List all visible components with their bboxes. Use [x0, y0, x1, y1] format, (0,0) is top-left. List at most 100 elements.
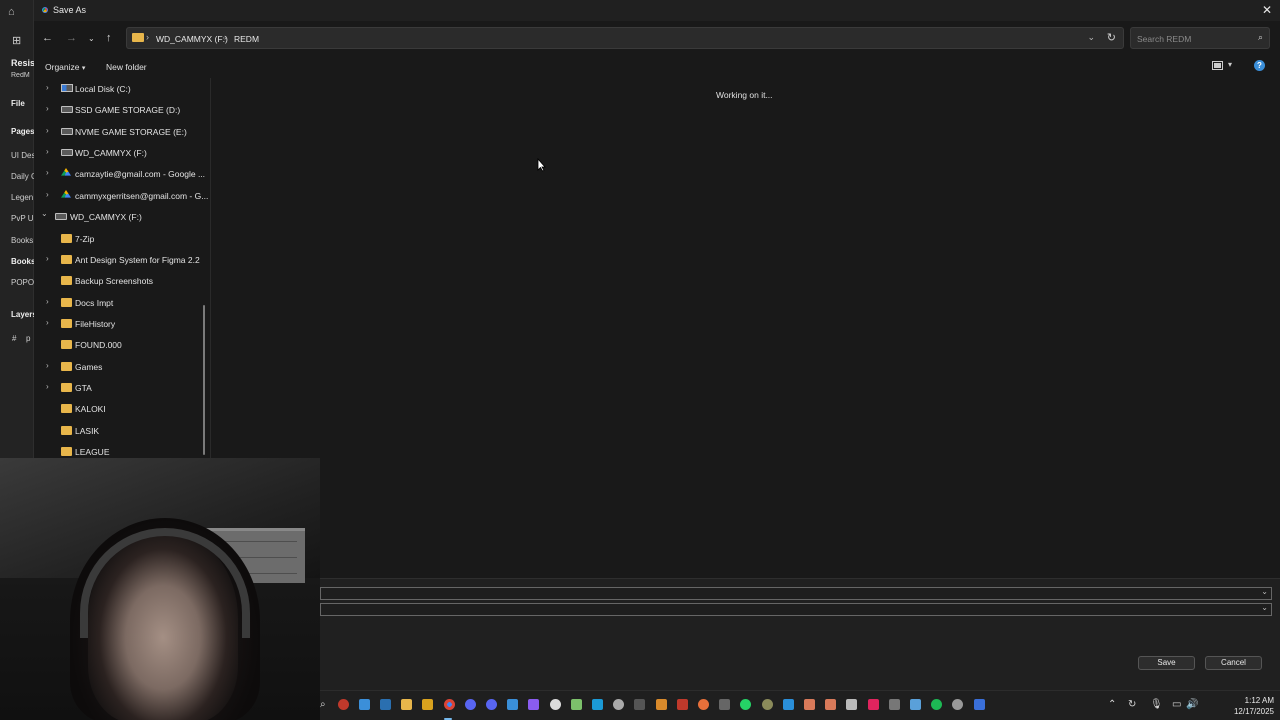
view-mode-icon[interactable]: [1212, 61, 1223, 70]
chevron-right-icon[interactable]: ›: [46, 361, 49, 370]
app-icon[interactable]: [846, 699, 857, 710]
search-icon[interactable]: ⌕: [320, 699, 326, 710]
home-icon[interactable]: ⌂: [8, 6, 20, 18]
bg-app-page-item[interactable]: Legen: [11, 193, 34, 202]
app-icon[interactable]: [698, 699, 709, 710]
chevron-right-icon[interactable]: ›: [46, 168, 49, 177]
back-arrow-icon[interactable]: ←: [42, 32, 53, 44]
chevron-right-icon[interactable]: ›: [146, 32, 149, 42]
tree-item[interactable]: › camzaytie@gmail.com - Google ...: [34, 163, 210, 183]
tree-item[interactable]: › WD_CAMMYX (F:): [34, 142, 210, 162]
app-icon[interactable]: [719, 699, 730, 710]
help-icon[interactable]: ?: [1254, 60, 1265, 71]
discord-icon[interactable]: [486, 699, 497, 710]
bg-app-page-item[interactable]: Books: [11, 236, 34, 245]
app-icon[interactable]: [507, 699, 518, 710]
app-icon[interactable]: [550, 699, 561, 710]
app-icon[interactable]: [804, 699, 815, 710]
chrome-icon[interactable]: [444, 699, 455, 710]
tree-item[interactable]: ⌄ WD_CAMMYX (F:): [34, 206, 210, 226]
cancel-button[interactable]: Cancel: [1205, 656, 1262, 670]
bg-app-page-item[interactable]: Daily G: [11, 172, 34, 181]
app-icon[interactable]: [422, 699, 433, 710]
tree-item[interactable]: › Local Disk (C:): [34, 78, 210, 98]
app-icon[interactable]: [974, 699, 985, 710]
new-folder-button[interactable]: New folder: [106, 62, 147, 72]
discord-icon[interactable]: [465, 699, 476, 710]
notepad-icon[interactable]: [571, 699, 582, 710]
search-input[interactable]: [1137, 32, 1247, 45]
app-icon[interactable]: [910, 699, 921, 710]
search-icon[interactable]: ⌕: [1258, 32, 1263, 43]
refresh-icon[interactable]: ↻: [1107, 31, 1116, 44]
chevron-up-icon[interactable]: ⌃: [1108, 699, 1116, 710]
tree-item[interactable]: › Docs Impt: [34, 292, 210, 312]
tree-item[interactable]: › Ant Design System for Figma 2.2: [34, 249, 210, 269]
breadcrumb-folder[interactable]: REDM: [234, 34, 259, 44]
tree-item[interactable]: › GTA: [34, 377, 210, 397]
vscode-icon[interactable]: [783, 699, 794, 710]
tree-item[interactable]: › NVME GAME STORAGE (E:): [34, 121, 210, 141]
steam-icon[interactable]: [592, 699, 603, 710]
chevron-down-icon[interactable]: ⌄: [1261, 603, 1268, 612]
save-as-type-select[interactable]: [325, 605, 1225, 615]
bg-app-page-item[interactable]: Books: [11, 257, 34, 266]
app-icon[interactable]: [868, 699, 879, 710]
sync-icon[interactable]: ↻: [1128, 699, 1136, 710]
save-as-type-field[interactable]: ⌄: [320, 603, 1272, 616]
view-dropdown-icon[interactable]: ▾: [1228, 60, 1232, 69]
app-icon[interactable]: [825, 699, 836, 710]
figma-icon[interactable]: [528, 699, 539, 710]
tree-item[interactable]: › SSD GAME STORAGE (D:): [34, 99, 210, 119]
volume-icon[interactable]: 🔊: [1186, 699, 1198, 710]
app-icon[interactable]: [762, 699, 773, 710]
search-box[interactable]: ⌕: [1130, 27, 1270, 49]
tree-item[interactable]: KALOKI: [34, 398, 210, 418]
bg-app-page-item[interactable]: PvP UI: [11, 214, 34, 223]
file-name-field[interactable]: ⌄: [320, 587, 1272, 600]
tree-item[interactable]: › Games: [34, 356, 210, 376]
organize-menu[interactable]: Organize ▾: [45, 62, 85, 72]
chevron-down-icon[interactable]: ⌄: [41, 209, 48, 218]
close-icon[interactable]: ✕: [1262, 3, 1272, 17]
whatsapp-icon[interactable]: [740, 699, 751, 710]
system-clock[interactable]: 1:12 AM 12/17/2025: [1234, 695, 1274, 717]
forward-arrow-icon[interactable]: →: [66, 32, 77, 44]
photos-icon[interactable]: [380, 699, 391, 710]
app-icon[interactable]: [656, 699, 667, 710]
app-icon[interactable]: [338, 699, 349, 710]
tree-item[interactable]: 7-Zip: [34, 228, 210, 248]
tree-item[interactable]: › cammyxgerritsen@gmail.com - G...: [34, 185, 210, 205]
app-icon[interactable]: [634, 699, 645, 710]
file-explorer-icon[interactable]: [401, 699, 412, 710]
tree-item[interactable]: Backup Screenshots: [34, 270, 210, 290]
settings-icon[interactable]: [613, 699, 624, 710]
up-arrow-icon[interactable]: ↑: [106, 32, 112, 44]
chevron-right-icon[interactable]: ›: [224, 32, 227, 42]
grid-menu-icon[interactable]: ⊞: [12, 34, 21, 47]
network-icon[interactable]: ▭: [1172, 699, 1181, 710]
app-icon[interactable]: [677, 699, 688, 710]
address-bar[interactable]: › WD_CAMMYX (F:) › REDM ⌄ ↻: [126, 27, 1124, 49]
save-button[interactable]: Save: [1138, 656, 1195, 670]
recent-locations-chevron-icon[interactable]: ⌄: [88, 34, 95, 43]
chevron-right-icon[interactable]: ›: [46, 382, 49, 391]
tree-item[interactable]: FOUND.000: [34, 334, 210, 354]
spotify-icon[interactable]: [931, 699, 942, 710]
settings-icon[interactable]: [952, 699, 963, 710]
app-icon[interactable]: [889, 699, 900, 710]
bg-app-page-item[interactable]: UI Des: [11, 151, 34, 160]
chevron-right-icon[interactable]: ›: [46, 126, 49, 135]
chevron-right-icon[interactable]: ›: [46, 318, 49, 327]
chevron-right-icon[interactable]: ›: [46, 83, 49, 92]
file-name-input[interactable]: [325, 589, 1225, 599]
chevron-down-icon[interactable]: ⌄: [1261, 587, 1268, 596]
bg-app-page-item[interactable]: POPOV: [11, 278, 34, 287]
chevron-right-icon[interactable]: ›: [46, 104, 49, 113]
microphone-icon[interactable]: 🎙: [1150, 699, 1163, 710]
chevron-right-icon[interactable]: ›: [46, 147, 49, 156]
chevron-right-icon[interactable]: ›: [46, 254, 49, 263]
chevron-right-icon[interactable]: ›: [46, 297, 49, 306]
address-dropdown-icon[interactable]: ⌄: [1087, 32, 1095, 43]
chevron-right-icon[interactable]: ›: [46, 190, 49, 199]
